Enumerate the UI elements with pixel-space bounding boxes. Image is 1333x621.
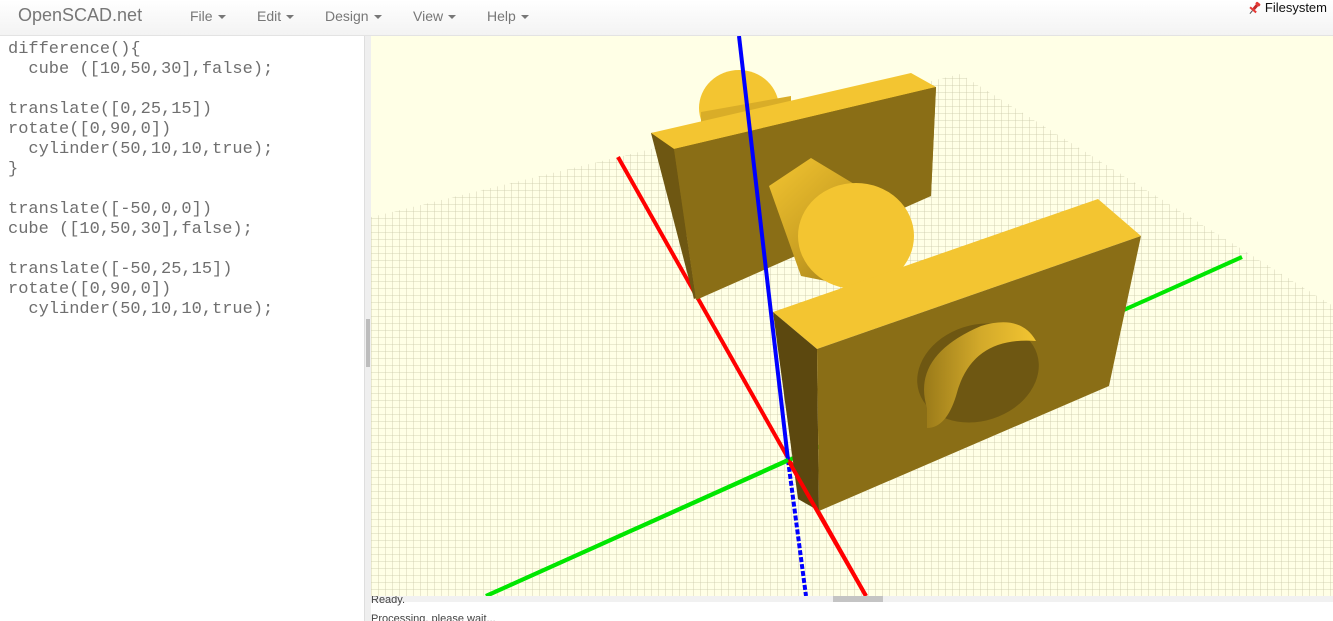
- menu-file[interactable]: File: [190, 8, 226, 24]
- pin-icon: [1249, 1, 1261, 15]
- code-line[interactable]: rotate([0,90,0]): [8, 280, 171, 300]
- menu-view-label: View: [413, 8, 444, 24]
- code-line[interactable]: cylinder(50,10,10,true);: [8, 300, 273, 320]
- console-scrollbar[interactable]: [371, 596, 1333, 602]
- code-line[interactable]: difference(){: [8, 40, 141, 60]
- code-line[interactable]: rotate([0,90,0]): [8, 120, 171, 140]
- menu-help[interactable]: Help: [487, 8, 529, 24]
- caret-down-icon: [373, 15, 382, 20]
- navbar: OpenSCAD.net File Edit Design View Help …: [0, 0, 1333, 36]
- code-line[interactable]: cube ([10,50,30],false);: [8, 60, 273, 80]
- menu-edit[interactable]: Edit: [257, 8, 295, 24]
- splitter-handle[interactable]: [366, 319, 370, 367]
- console-line-2: Processing, please wait...: [371, 613, 496, 621]
- console-scroll-thumb[interactable]: [833, 596, 883, 602]
- menu-file-label: File: [190, 8, 213, 24]
- menu-help-label: Help: [487, 8, 516, 24]
- code-line[interactable]: translate([0,25,15]): [8, 100, 212, 120]
- code-line[interactable]: cube ([10,50,30],false);: [8, 220, 253, 240]
- menu-design-label: Design: [325, 8, 369, 24]
- console-panel: Ready. Processing, please wait...: [371, 596, 1333, 621]
- 3d-viewer[interactable]: [371, 36, 1333, 596]
- viewer-canvas[interactable]: [371, 36, 1333, 596]
- filesystem-label: Filesystem: [1264, 0, 1327, 15]
- pane-splitter[interactable]: [364, 36, 371, 621]
- code-editor[interactable]: difference(){ cube ([10,50,30],false); tr…: [0, 36, 364, 621]
- menu-view[interactable]: View: [413, 8, 457, 24]
- code-line[interactable]: }: [8, 160, 18, 180]
- menu-design[interactable]: Design: [325, 8, 382, 24]
- console-line-1: Ready.: [371, 596, 406, 606]
- code-line[interactable]: translate([-50,0,0]): [8, 200, 212, 220]
- caret-down-icon: [520, 15, 529, 20]
- code-line[interactable]: cylinder(50,10,10,true);: [8, 140, 273, 160]
- caret-down-icon: [286, 15, 295, 20]
- caret-down-icon: [217, 15, 226, 20]
- caret-down-icon: [448, 15, 457, 20]
- menu-edit-label: Edit: [257, 8, 282, 24]
- code-line[interactable]: translate([-50,25,15]): [8, 260, 232, 280]
- brand-link[interactable]: OpenSCAD.net: [18, 5, 142, 26]
- filesystem-link[interactable]: Filesystem: [1246, 0, 1327, 15]
